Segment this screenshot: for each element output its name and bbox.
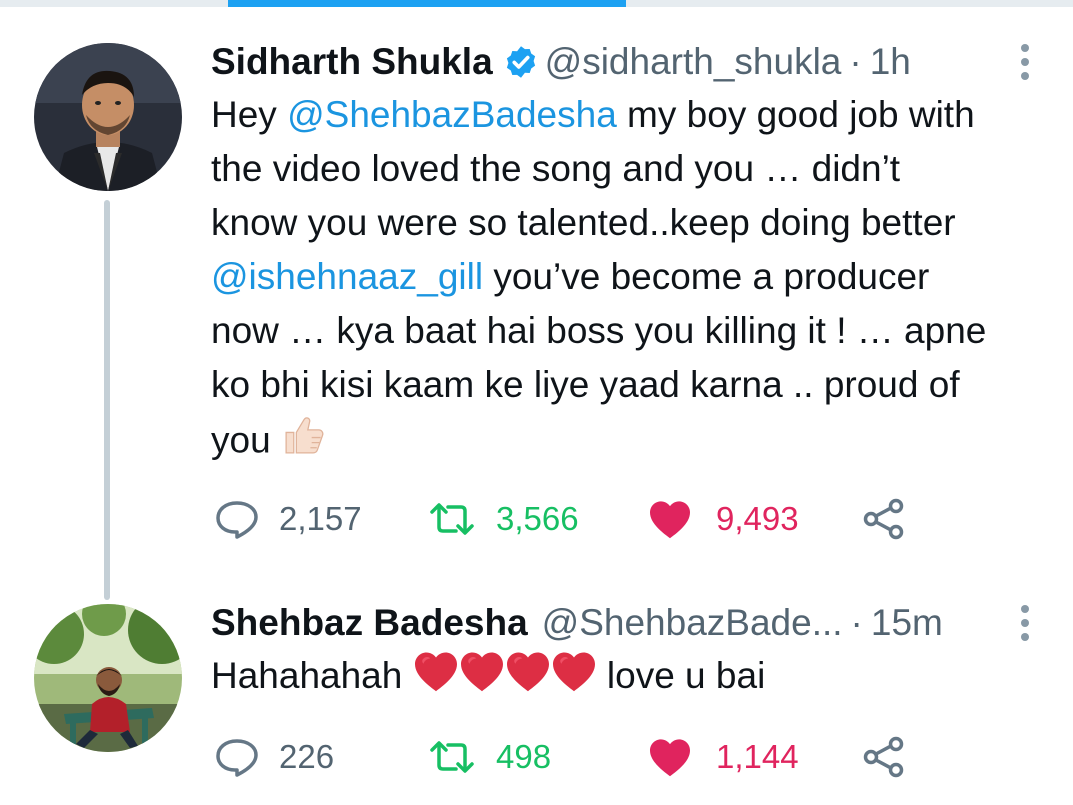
like-button[interactable]: 1,144 [648,737,799,777]
tweet-header: Sidharth Shukla @sidharth_shukla · 1h [211,40,911,84]
avatar-image [34,604,182,752]
heart-emoji-icon [459,650,505,707]
reply-count: 226 [279,738,335,775]
retweet-icon [428,501,476,537]
retweet-count: 3,566 [496,500,579,537]
tweet-text-line: Hey @ShehbazBadesha my boy good job with [211,88,1056,142]
heart-icon [648,737,692,777]
retweet-icon [428,739,476,775]
reply-button[interactable]: 226 [215,737,334,777]
mention-link[interactable]: @ishehnaaz_gill [211,256,483,297]
tweet-text-segment: you [211,419,281,461]
mention-link[interactable]: @ShehbazBadesha [287,94,617,135]
reply-count: 2,157 [279,500,362,537]
timestamp[interactable]: 1h [870,40,911,84]
tweet-text-line: now … kya baat hai boss you killing it !… [211,304,1056,358]
share-icon [862,498,906,540]
tweet-text-line: you [211,412,1056,473]
avatar-image [34,43,182,191]
tweet-text-line: know you were so talented..keep doing be… [211,196,1056,250]
retweet-count: 498 [496,738,552,775]
heart-emoji-icon [551,650,597,707]
tweet-text: Hahahahah love u bai [211,649,1056,707]
tweet-text-line: ko bhi kisi kaam ke liye yaad karna .. p… [211,358,1056,412]
more-options-icon[interactable] [1020,605,1030,641]
share-button[interactable] [862,498,906,540]
verified-badge-icon [503,44,539,80]
tweet-text-segment: know you were so talented..keep doing be… [211,202,956,243]
separator-dot: · [850,602,863,643]
tweet-text-line: Hahahahah love u bai [211,649,1056,707]
avatar-shehbaz-badesha[interactable] [34,604,182,752]
tweet-text-segment: Hahahahah [211,655,413,696]
tweet-text-segment: my boy good job with [616,94,975,135]
display-name[interactable]: Sidharth Shukla [211,40,493,84]
avatar-sidharth-shukla[interactable] [34,43,182,191]
thumbs-up-emoji-icon [281,412,327,473]
reply-icon [215,499,259,539]
thread-connector-line [104,200,110,600]
retweet-button[interactable]: 3,566 [428,500,579,538]
heart-emoji-icon [505,650,551,707]
tweet-text-segment: love u bai [596,655,766,696]
tweet-text-segment: now … kya baat hai boss you killing it !… [211,310,987,351]
like-count: 9,493 [716,500,799,537]
tweet-text-line: @ishehnaaz_gill you’ve become a producer [211,250,1056,304]
like-button[interactable]: 9,493 [648,499,799,539]
heart-icon [648,499,692,539]
heart-emoji-icon [413,650,459,707]
tweet-text-line: the video loved the song and you … didn’… [211,142,1056,196]
tweet-text-segment: Hey [211,94,288,135]
active-tab-indicator [228,0,626,7]
tweet-text: Hey @ShehbazBadesha my boy good job with… [211,88,1056,473]
like-count: 1,144 [716,738,799,775]
share-icon [862,736,906,778]
retweet-button[interactable]: 498 [428,738,551,776]
tweet-text-segment: you’ve become a producer [483,256,930,297]
reply-icon [215,737,259,777]
user-handle[interactable]: @sidharth_shukla [545,40,842,84]
tweet-text-segment: ko bhi kisi kaam ke liye yaad karna .. p… [211,364,960,405]
tweet-header: Shehbaz Badesha @ShehbazBade... · 15m [211,601,943,645]
separator-dot: · [849,41,862,82]
more-options-icon[interactable] [1020,44,1030,80]
timestamp[interactable]: 15m [871,601,943,645]
tweet-text-segment: the video loved the song and you … didn’… [211,148,901,189]
share-button[interactable] [862,736,906,778]
user-handle[interactable]: @ShehbazBade... [542,601,843,645]
reply-button[interactable]: 2,157 [215,499,362,539]
display-name[interactable]: Shehbaz Badesha [211,601,528,645]
